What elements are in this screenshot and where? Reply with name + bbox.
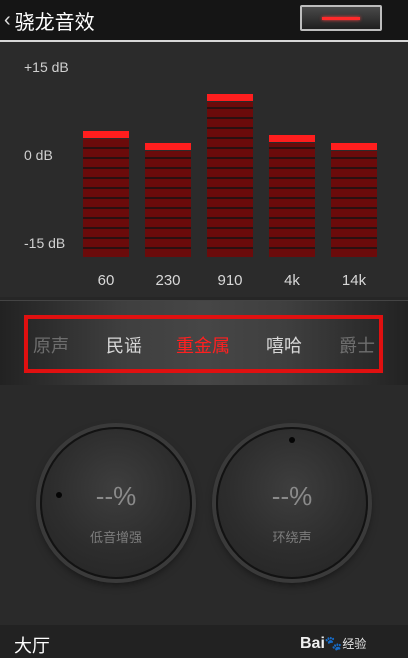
surround-knob-indicator-dot (289, 437, 295, 443)
eq-bar-fill (331, 150, 377, 257)
surround-label: 环绕声 (272, 531, 312, 546)
db-label-min: -15 dB (24, 235, 66, 251)
page-title: 骁龙音效 (14, 9, 95, 34)
preset-minyao[interactable]: 民谣 (106, 332, 142, 358)
preset-yuansheng[interactable]: 原声 (33, 332, 69, 358)
toggle-indicator (322, 17, 360, 20)
effect-toggle-button[interactable] (300, 5, 382, 31)
eq-bar-4k[interactable] (269, 134, 315, 257)
eq-bar-14k[interactable] (331, 142, 377, 257)
eq-bar-cap[interactable] (83, 130, 129, 138)
eq-bar-cap[interactable] (145, 142, 191, 150)
surround-knob[interactable]: --% 环绕声 (216, 427, 368, 579)
watermark-brand: Bai (300, 635, 325, 652)
baidu-watermark: Bai🐾经验 (300, 635, 366, 653)
freq-label-4k: 4k (284, 272, 300, 289)
eq-bar-fill (145, 150, 191, 257)
preset-xiha[interactable]: 嘻哈 (266, 332, 302, 358)
paw-icon: 🐾 (324, 635, 343, 651)
equalizer-panel: +15 dB 0 dB -15 dB 60 230 910 4k 14k (0, 42, 408, 297)
eq-bar-60[interactable] (83, 130, 129, 257)
eq-bar-910[interactable] (207, 94, 253, 257)
eq-bar-230[interactable] (145, 142, 191, 257)
freq-label-14k: 14k (341, 272, 367, 289)
sound-mode-label[interactable]: 大厅 (14, 632, 50, 658)
preset-jueshi[interactable]: 爵士 (339, 332, 375, 358)
db-label-max: +15 dB (24, 59, 69, 75)
eq-bar-cap[interactable] (269, 134, 315, 142)
watermark-text: 经验 (342, 637, 367, 651)
eq-bar-cap[interactable] (331, 142, 377, 150)
eq-bar-fill (83, 138, 129, 257)
knob-area: --% 低音增强 --% 环绕声 (0, 385, 408, 625)
surround-value: --% (271, 481, 313, 511)
eq-bar-cap[interactable] (207, 94, 253, 101)
preset-selector: 原声 民谣 重金属 嘻哈 爵士 (0, 300, 408, 386)
eq-bar-fill (207, 102, 253, 257)
bass-boost-label: 低音增强 (89, 531, 142, 546)
freq-label-60: 60 (97, 272, 115, 289)
freq-label-910: 910 (217, 272, 243, 289)
bass-boost-value: --% (95, 481, 137, 511)
bass-boost-knob[interactable]: --% 低音增强 (40, 427, 192, 579)
eq-bar-fill (269, 142, 315, 257)
footer-bar: 大厅 Bai🐾经验 (0, 625, 408, 658)
app-header: ‹ 骁龙音效 (0, 0, 408, 42)
back-chevron-icon[interactable]: ‹ (4, 10, 11, 30)
back-button[interactable]: ‹ 骁龙音效 (4, 6, 95, 34)
preset-zhongjinshu[interactable]: 重金属 (176, 332, 230, 358)
db-label-zero: 0 dB (24, 147, 53, 163)
freq-label-230: 230 (155, 272, 181, 289)
